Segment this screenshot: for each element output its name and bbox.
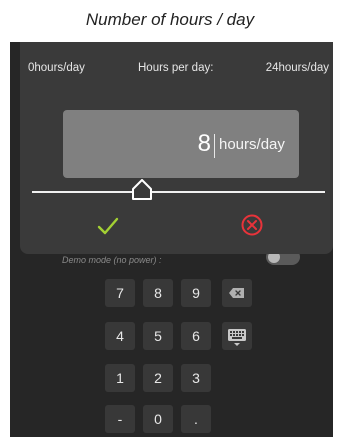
key-0[interactable]: 0 (143, 405, 173, 433)
keyboard-icon (228, 329, 246, 346)
text-cursor (214, 134, 215, 158)
confirm-check-icon[interactable] (96, 215, 120, 237)
keyboard-toggle-key[interactable] (222, 322, 252, 350)
value-number: 8 (197, 130, 211, 157)
range-row: 0hours/day Hours per day: 24hours/day (20, 62, 333, 80)
range-min-label: 0hours/day (28, 62, 85, 74)
key-minus[interactable]: - (105, 405, 135, 433)
backspace-key[interactable] (222, 279, 252, 307)
key-1[interactable]: 1 (105, 364, 135, 392)
demo-mode-label: Demo mode (no power) : (62, 255, 162, 265)
range-max-label: 24hours/day (265, 62, 329, 74)
slider-track[interactable] (32, 191, 325, 193)
hours-dialog: 0hours/day Hours per day: 24hours/day 8 … (20, 42, 333, 254)
value-input[interactable]: 8 hours/day (63, 110, 299, 178)
key-9[interactable]: 9 (181, 279, 211, 307)
key-4[interactable]: 4 (105, 322, 135, 350)
key-7[interactable]: 7 (105, 279, 135, 307)
key-8[interactable]: 8 (143, 279, 173, 307)
key-5[interactable]: 5 (143, 322, 173, 350)
slider-thumb[interactable] (132, 179, 152, 201)
demo-mode-row: Demo mode (no power) : (10, 254, 333, 274)
cancel-close-icon[interactable] (241, 214, 263, 236)
key-6[interactable]: 6 (181, 322, 211, 350)
demo-mode-toggle[interactable] (266, 254, 300, 265)
backspace-icon (229, 288, 244, 298)
app-screen: 0hours/day Hours per day: 24hours/day 8 … (10, 42, 333, 437)
key-2[interactable]: 2 (143, 364, 173, 392)
caption: Number of hours / day (85, 10, 255, 29)
key-decimal[interactable]: . (181, 405, 211, 433)
key-3[interactable]: 3 (181, 364, 211, 392)
value-unit: hours/day (219, 136, 285, 153)
dialog-title: Hours per day: (138, 62, 214, 74)
